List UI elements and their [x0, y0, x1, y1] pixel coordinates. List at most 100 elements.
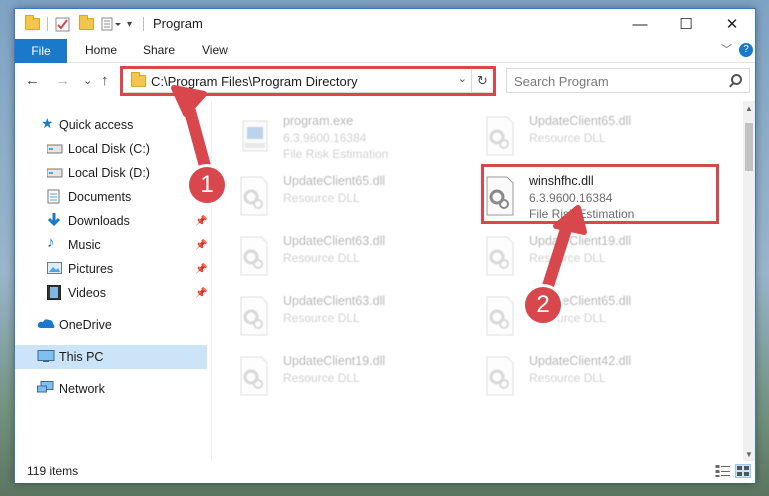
star-icon: ★ [41, 115, 54, 131]
recent-locations-button[interactable]: ⌄ [83, 74, 92, 87]
dll-file-icon [237, 355, 271, 397]
file-name: UpdateClient65.dll [283, 174, 386, 188]
new-folder-icon[interactable] [79, 15, 94, 33]
sidebar-item-videos[interactable]: Videos 📌 [15, 281, 210, 305]
sidebar-item-network[interactable]: Network [15, 377, 210, 401]
back-button[interactable]: ← [25, 72, 40, 89]
file-item[interactable]: UpdateClient19.dll Resource DLL [215, 347, 451, 405]
folder-icon [25, 15, 40, 33]
sidebar-item-label: Music [68, 238, 101, 252]
large-icons-view-icon[interactable] [735, 464, 751, 478]
sidebar-item-downloads[interactable]: Downloads 📌 [15, 209, 210, 233]
sidebar-item-label: Local Disk (C:) [68, 142, 150, 156]
tab-view[interactable]: View [202, 43, 228, 57]
dll-file-icon [483, 235, 517, 277]
pin-icon: 📌 [195, 215, 208, 227]
scroll-up-icon[interactable]: ▲ [743, 101, 755, 115]
file-item[interactable]: program.exe 6.3.9600.16384 File Risk Est… [215, 107, 451, 165]
callout-badge-2: 2 [522, 284, 564, 326]
explorer-window: ▾ Program — ☐ ✕ File Home Share View ﹀ ?… [14, 8, 756, 483]
properties-icon[interactable] [55, 15, 70, 33]
file-item[interactable]: UpdateClient65.dll Resource DLL [461, 107, 697, 165]
dll-file-icon [483, 115, 517, 157]
details-view-icon[interactable] [715, 464, 731, 478]
status-bar: 119 items [15, 461, 755, 483]
customize-quick-access-icon[interactable] [101, 15, 123, 33]
file-highlight-box [481, 164, 719, 224]
sidebar-item-label: Downloads [68, 214, 130, 228]
dll-file-icon [237, 295, 271, 337]
minimize-button[interactable]: — [617, 9, 663, 39]
sidebar-item-label: OneDrive [59, 318, 112, 332]
file-description: Resource DLL [529, 371, 606, 385]
pin-icon: ⟂ [195, 143, 202, 155]
file-item[interactable]: UpdateClient65.dll Resource DLL [461, 287, 697, 345]
dll-file-icon [483, 355, 517, 397]
window-title: Program [153, 16, 203, 31]
sidebar-item-quick-access[interactable]: ★ Quick access [15, 113, 210, 137]
sidebar-item-music[interactable]: ♪ Music 📌 [15, 233, 210, 257]
file-name: UpdateClient19.dll [283, 354, 386, 368]
expand-ribbon-icon[interactable]: ﹀ [721, 41, 732, 57]
vertical-scrollbar[interactable]: ▲ ▼ [743, 101, 755, 463]
tab-home[interactable]: Home [85, 43, 117, 57]
file-name: UpdateClient63.dll [283, 234, 386, 248]
help-icon[interactable]: ? [739, 43, 753, 57]
file-item[interactable]: UpdateClient42.dll Resource DLL [461, 347, 697, 405]
qa-dropdown-icon[interactable]: ▾ [127, 15, 132, 33]
search-icon[interactable] [731, 74, 742, 85]
download-icon [47, 212, 63, 227]
dll-file-icon [237, 235, 271, 277]
file-item[interactable]: UpdateClient65.dll Resource DLL [215, 167, 451, 225]
exe-file-icon [237, 115, 271, 157]
dll-file-icon [483, 295, 517, 337]
sidebar-item-this-pc[interactable]: This PC [15, 345, 207, 369]
sidebar-item-label: Network [59, 382, 105, 396]
scroll-down-icon[interactable]: ▼ [743, 447, 755, 461]
file-name: UpdateClient63.dll [283, 294, 386, 308]
up-button[interactable]: ↑ [101, 72, 109, 89]
dll-file-icon [237, 175, 271, 217]
file-description: Resource DLL [283, 371, 360, 385]
sidebar-item-label: Quick access [59, 118, 134, 132]
callout-number: 2 [536, 291, 550, 318]
pin-icon: 📌 [195, 239, 208, 251]
pictures-icon [47, 262, 63, 276]
sidebar-item-label: This PC [59, 350, 104, 364]
file-list: program.exe 6.3.9600.16384 File Risk Est… [215, 101, 743, 461]
sidebar-item-local-disk-c[interactable]: Local Disk (C:) ⟂ [15, 137, 210, 161]
sidebar-item-local-disk-d[interactable]: Local Disk (D:) [15, 161, 210, 185]
sidebar-item-label: Documents [68, 190, 132, 204]
file-name: UpdateClient65.dll [529, 114, 632, 128]
file-name: program.exe [283, 114, 354, 128]
sidebar-item-documents[interactable]: Documents [15, 185, 210, 209]
file-item[interactable]: UpdateClient19.dll Resource DLL [461, 227, 697, 285]
search-input[interactable] [514, 72, 714, 90]
maximize-button[interactable]: ☐ [663, 9, 709, 39]
file-item[interactable]: UpdateClient63.dll Resource DLL [215, 287, 451, 345]
file-description: Resource DLL [283, 251, 360, 265]
search-box[interactable] [506, 68, 750, 93]
network-icon [37, 381, 54, 395]
file-description: Resource DLL [283, 191, 360, 205]
sidebar-item-onedrive[interactable]: OneDrive [15, 313, 210, 337]
sidebar-item-pictures[interactable]: Pictures 📌 [15, 257, 210, 281]
callout-number: 1 [200, 171, 214, 198]
close-button[interactable]: ✕ [709, 9, 755, 39]
tab-share[interactable]: Share [143, 43, 175, 57]
pane-divider[interactable] [211, 101, 212, 463]
videos-icon [47, 285, 63, 300]
file-item[interactable]: UpdateClient63.dll Resource DLL [215, 227, 451, 285]
file-version: 6.3.9600.16384 [283, 131, 367, 145]
file-description: Resource DLL [283, 311, 360, 325]
music-icon: ♪ [47, 234, 55, 251]
pin-icon: 📌 [195, 263, 208, 275]
sidebar-item-label: Pictures [68, 262, 114, 276]
file-description: Resource DLL [529, 131, 606, 145]
tab-file[interactable]: File [15, 39, 67, 63]
drive-icon [46, 167, 63, 181]
scroll-thumb[interactable] [745, 123, 753, 171]
forward-button[interactable]: → [55, 72, 70, 89]
documents-icon [47, 189, 63, 204]
cloud-icon [37, 318, 55, 332]
